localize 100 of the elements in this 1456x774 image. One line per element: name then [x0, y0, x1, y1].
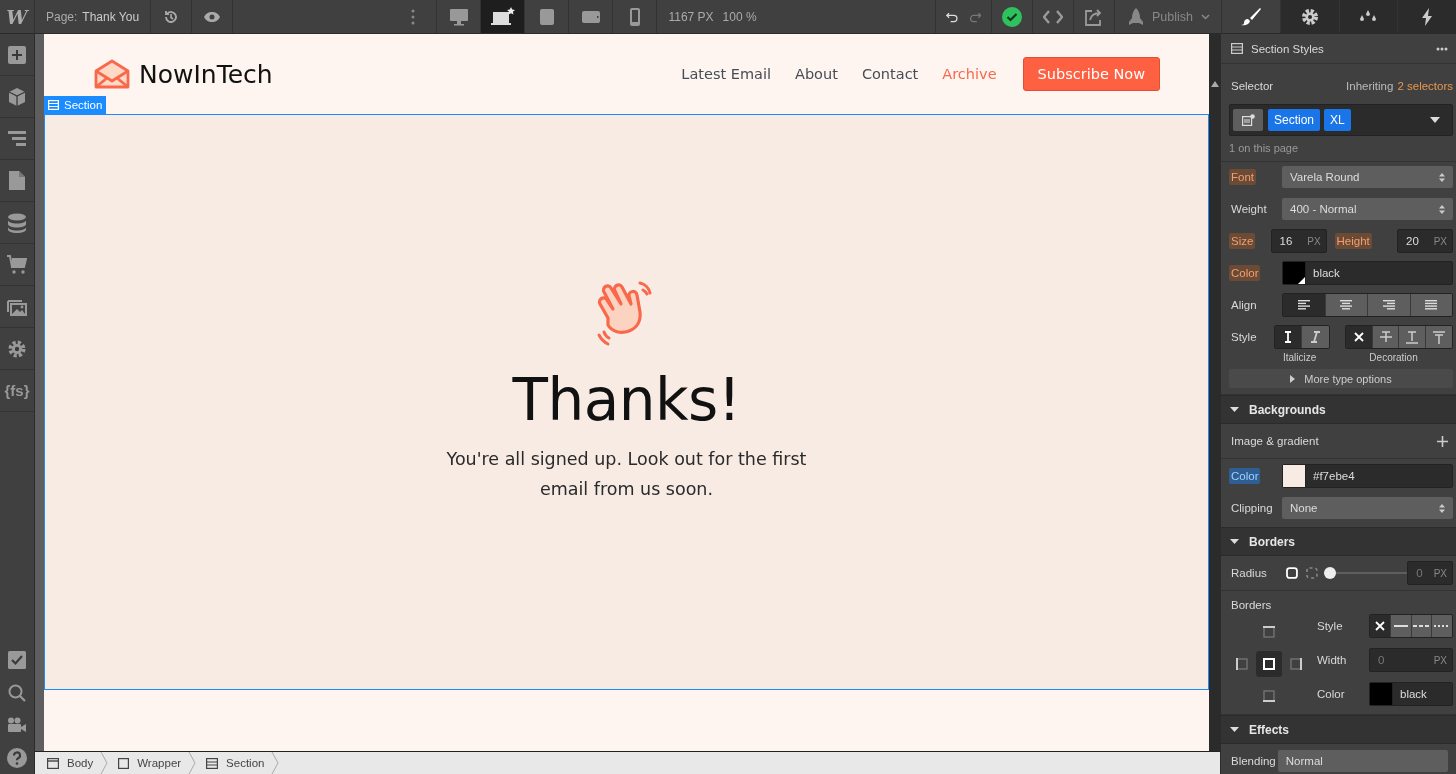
add-icon[interactable] [1437, 435, 1448, 447]
usage-count: 1 on this page [1228, 141, 1300, 154]
line-height-field[interactable]: 20 PX [1397, 229, 1453, 253]
radius-field[interactable]: 0 PX [1407, 561, 1453, 585]
nav-link[interactable]: About [795, 66, 838, 82]
page-name[interactable]: Thank You [82, 9, 140, 24]
checklist-icon[interactable] [8, 651, 26, 670]
underline-icon [1406, 330, 1419, 344]
decoration-button[interactable] [1371, 326, 1399, 348]
cube-icon[interactable] [8, 87, 26, 106]
radius-label: Radius [1230, 566, 1268, 581]
font-label: Font [1229, 169, 1256, 185]
nav-link[interactable]: Latest Email [681, 66, 771, 82]
subscribe-button[interactable]: Subscribe Now [1022, 57, 1160, 91]
align-button[interactable] [1409, 294, 1452, 316]
align-button[interactable] [1367, 294, 1410, 316]
selected-section[interactable]: Thanks! You're all signed up. Look out for the first email from us soon. [44, 114, 1209, 690]
export-icon[interactable] [1084, 7, 1104, 26]
dropdown-caret-icon[interactable] [1430, 117, 1440, 123]
blending-label: Blending [1230, 754, 1277, 769]
size-field[interactable]: 16 PX [1270, 229, 1327, 253]
gear-icon [1300, 7, 1319, 26]
corners-icon[interactable] [1305, 567, 1318, 579]
selector-chip[interactable]: XL [1324, 109, 1351, 131]
more-icon[interactable] [411, 8, 416, 25]
blending-select[interactable]: Normal [1277, 750, 1448, 772]
settings-icon[interactable] [8, 339, 26, 358]
align-left-icon [1297, 300, 1310, 310]
page-icon[interactable] [9, 171, 25, 190]
updown-icon [1439, 503, 1445, 513]
database-icon[interactable] [8, 212, 26, 233]
scroll-up-icon[interactable] [1210, 81, 1219, 87]
code-icon[interactable] [1043, 9, 1063, 24]
drops-icon [1358, 9, 1379, 24]
align-justify-icon [1425, 300, 1438, 310]
code-function-label[interactable]: {fs} [4, 382, 30, 399]
weight-select[interactable]: 400 - Normal [1282, 198, 1453, 220]
inheriting-link[interactable]: 2 selectors [1397, 80, 1453, 92]
section-header[interactable]: Effects [1221, 715, 1456, 744]
add-icon[interactable] [8, 45, 26, 64]
breadcrumb-item[interactable]: Wrapper [116, 757, 189, 769]
search-icon[interactable] [8, 683, 26, 702]
font-select[interactable]: Varela Round [1282, 166, 1453, 188]
border-width-field[interactable]: 0 PX [1369, 648, 1453, 672]
border-side-button[interactable] [1256, 651, 1282, 677]
border-style-button[interactable] [1431, 615, 1452, 637]
selector-field[interactable]: Section XL [1229, 104, 1453, 136]
border-color-field[interactable]: black [1369, 682, 1453, 706]
check-circle-icon[interactable] [1002, 6, 1022, 27]
color-swatch[interactable] [1370, 683, 1393, 705]
history-icon[interactable] [163, 8, 180, 25]
layers-icon[interactable] [8, 130, 26, 147]
more-type-options-button[interactable]: More type options [1229, 369, 1453, 388]
images-icon[interactable] [7, 297, 27, 316]
nav-link[interactable]: Contact [861, 66, 919, 82]
caret-down-icon [1230, 407, 1239, 412]
help-icon[interactable] [7, 747, 27, 768]
zoom-level[interactable]: 100 % [722, 9, 757, 24]
envelope-logo-icon [94, 59, 130, 89]
style-label: Style [1230, 330, 1258, 345]
webflow-logo[interactable]: W [6, 5, 28, 28]
align-button[interactable] [1324, 294, 1367, 316]
breadcrumb-item[interactable]: Section [204, 757, 272, 769]
color-swatch[interactable] [1283, 262, 1306, 284]
border-style-button[interactable] [1389, 615, 1411, 637]
eye-icon[interactable] [203, 10, 222, 23]
color-field[interactable]: black [1282, 261, 1453, 285]
color-label: Color [1229, 265, 1261, 281]
clipping-select[interactable]: None [1282, 497, 1453, 519]
italic-toggle[interactable] [1274, 326, 1302, 348]
brand-name[interactable]: NowInTech [139, 59, 273, 89]
breakpoint-button[interactable] [481, 0, 526, 33]
canvas-width[interactable]: 1167 PX [668, 9, 714, 24]
border-style-button[interactable] [1370, 615, 1390, 637]
tablet-icon [538, 7, 555, 26]
border-style-button[interactable] [1410, 615, 1432, 637]
cart-icon[interactable] [7, 255, 27, 274]
border-top-icon [1263, 626, 1275, 638]
video-camera-icon[interactable] [7, 717, 27, 734]
rocket-icon [1128, 7, 1144, 26]
section-header[interactable]: Borders [1221, 527, 1456, 556]
decoration-button[interactable] [1346, 326, 1372, 348]
border-right-icon [1290, 658, 1302, 670]
italic-toggle[interactable] [1301, 326, 1329, 348]
selector-chip[interactable]: Section [1268, 109, 1321, 131]
publish-button[interactable]: Publish [1115, 0, 1221, 33]
section-header[interactable]: Backgrounds [1221, 395, 1456, 424]
selector-label: Selector [1230, 79, 1275, 94]
border-left-icon [1236, 658, 1248, 670]
slider-thumb[interactable] [1323, 567, 1336, 579]
panel-tab[interactable] [1221, 0, 1280, 33]
dashed-line-icon [1413, 625, 1430, 627]
breadcrumb-item[interactable]: Body [45, 757, 101, 769]
more-icon[interactable] [1436, 46, 1448, 51]
rounded-square-icon[interactable] [1285, 567, 1298, 579]
color-swatch[interactable] [1283, 465, 1306, 487]
align-button[interactable] [1283, 294, 1325, 316]
borders-label: Borders [1230, 598, 1273, 613]
border-color-label: Color [1316, 687, 1346, 702]
background-color-field[interactable]: #f7ebe4 [1282, 464, 1453, 488]
